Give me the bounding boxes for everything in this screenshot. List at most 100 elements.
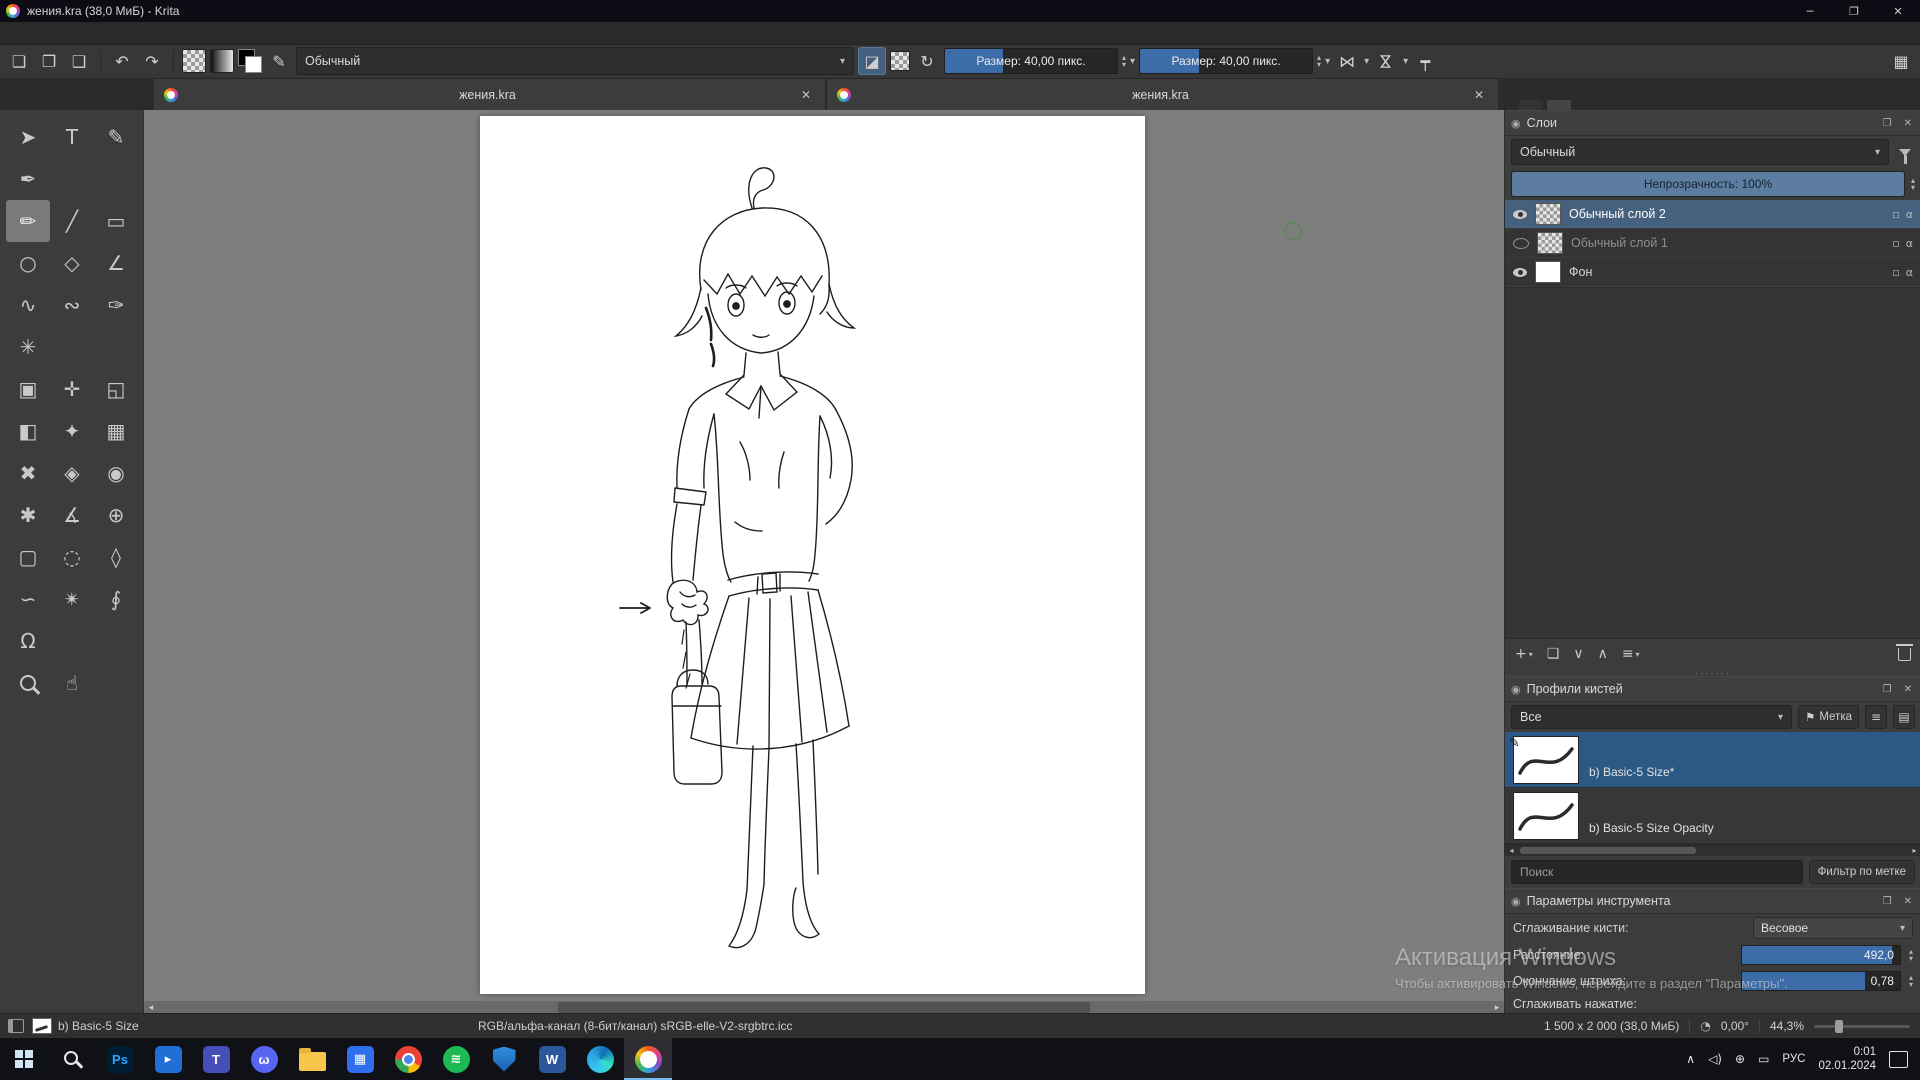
smoothing-dropdown[interactable]: Весовое ▾ <box>1753 917 1913 939</box>
foreground-background-colors[interactable] <box>238 49 262 73</box>
scrollbar-track[interactable] <box>1518 847 1908 854</box>
menu-item[interactable] <box>44 31 60 35</box>
scroll-left-arrow[interactable]: ◂ <box>1505 846 1518 855</box>
brush-preset-dropdown[interactable]: Обычный ▾ <box>296 47 854 75</box>
taskbar-movies-app[interactable]: ▸ <box>144 1038 192 1080</box>
network-icon[interactable]: ⊕ <box>1735 1052 1745 1066</box>
canvas[interactable] <box>480 116 1145 994</box>
eraser-mode-button[interactable]: ◪ <box>858 47 886 75</box>
zoom-slider-thumb[interactable] <box>1835 1020 1843 1033</box>
taskbar-security-app[interactable] <box>480 1038 528 1080</box>
preset-horizontal-scrollbar[interactable]: ◂ ▸ <box>1505 844 1920 856</box>
chevron-down-icon[interactable]: ▾ <box>1325 56 1330 67</box>
tool-rectangle[interactable]: ▭ <box>94 200 138 242</box>
tool-move[interactable]: ✛ <box>50 368 94 410</box>
chevron-down-icon[interactable]: ▾ <box>1130 56 1135 67</box>
distance-steppers[interactable]: ▴▾ <box>1909 948 1913 962</box>
blend-mode-dropdown[interactable]: Обычный ▾ <box>1511 139 1889 165</box>
tool-polyline[interactable]: ∠ <box>94 242 138 284</box>
alpha-icon[interactable]: α <box>1906 237 1913 250</box>
notification-center-icon[interactable] <box>1889 1051 1908 1068</box>
taskbar-discord[interactable]: ω <box>240 1038 288 1080</box>
tool-dynamic-brush[interactable]: ✑ <box>94 284 138 326</box>
taskbar-photoshop[interactable]: Ps <box>96 1038 144 1080</box>
tool-edit-shapes[interactable]: ✎ <box>94 116 138 158</box>
menu-item[interactable] <box>116 31 132 35</box>
layer-row[interactable]: Обычный слой 2 ▫ α <box>1505 200 1920 229</box>
layer-visibility-icon[interactable] <box>1513 238 1529 249</box>
delete-layer-button[interactable] <box>1898 648 1911 661</box>
docker-float-button[interactable]: ❐ <box>1880 684 1895 695</box>
taskbar-word[interactable]: W <box>528 1038 576 1080</box>
tool-fill[interactable]: ◈ <box>50 452 94 494</box>
taskbar-chrome[interactable] <box>384 1038 432 1080</box>
brush-preset-row[interactable]: ✎ b) Basic-5 Size* <box>1505 732 1920 788</box>
docker-close-button[interactable]: ✕ <box>1901 684 1915 695</box>
tool-crop[interactable]: ◱ <box>94 368 138 410</box>
save-document-button[interactable]: ❑ <box>66 48 92 74</box>
taskbar-teams[interactable]: T <box>192 1038 240 1080</box>
docker-float-button[interactable]: ❐ <box>1880 896 1895 907</box>
tool-ellipse-select[interactable]: ◌ <box>50 536 94 578</box>
brush-preset-row[interactable]: ✎ b) Basic-5 Size Opacity <box>1505 788 1920 844</box>
taskbar-krita[interactable] <box>624 1038 672 1080</box>
tool-pattern-edit[interactable]: ▦ <box>94 410 138 452</box>
menu-item[interactable] <box>152 31 168 35</box>
wrap-around-mode-button[interactable]: ┯ <box>1412 48 1438 74</box>
maximize-button[interactable]: ❐ <box>1832 0 1876 22</box>
scroll-right-arrow[interactable]: ▸ <box>1490 1003 1504 1013</box>
tab-close-button[interactable]: ✕ <box>797 88 815 102</box>
stroke-end-slider[interactable]: 0,78 <box>1741 971 1901 991</box>
duplicate-layer-button[interactable]: ❏ <box>1547 646 1560 662</box>
spinbox-steppers[interactable]: ▴▾ <box>1122 54 1126 68</box>
layer-row[interactable]: Обычный слой 1 ▫ α <box>1505 229 1920 258</box>
preserve-alpha-button[interactable] <box>890 51 910 71</box>
redo-button[interactable]: ↷ <box>139 48 165 74</box>
scroll-right-arrow[interactable]: ▸ <box>1908 846 1920 855</box>
panel-tab-advanced-color[interactable] <box>1518 99 1544 110</box>
alpha-icon[interactable]: α <box>1906 208 1913 221</box>
tool-gradient[interactable]: ◧ <box>6 410 50 452</box>
brush-size-spinbox-2[interactable]: Размер: 40,00 пикс. <box>1139 48 1313 74</box>
tool-ellipse[interactable]: ○ <box>6 242 50 284</box>
tool-text[interactable]: T <box>50 116 94 158</box>
tool-bezier-select[interactable]: ∮ <box>94 578 138 620</box>
tool-smart-patch[interactable]: ✖ <box>6 452 50 494</box>
stroke-end-steppers[interactable]: ▴▾ <box>1909 974 1913 988</box>
brush-editor-button[interactable]: ✎ <box>266 48 292 74</box>
taskbar-spotify[interactable]: ≋ <box>432 1038 480 1080</box>
layer-filter-funnel-icon[interactable] <box>1899 149 1911 156</box>
list-view-button[interactable]: ≡ <box>1865 705 1887 729</box>
tool-magnetic-select[interactable]: Ω <box>6 620 50 662</box>
clock[interactable]: 0:01 02.01.2024 <box>1818 1045 1876 1073</box>
menu-item[interactable] <box>170 31 186 35</box>
preset-search-input[interactable] <box>1511 860 1803 884</box>
tool-polygon[interactable]: ◇ <box>50 242 94 284</box>
document-tab[interactable]: жения.kra ✕ <box>826 78 1499 110</box>
tool-freehand-path[interactable]: ∾ <box>50 284 94 326</box>
alpha-icon[interactable]: α <box>1906 266 1913 279</box>
tool-reference-images[interactable]: ⊕ <box>94 494 138 536</box>
gradient-chooser[interactable] <box>210 49 234 73</box>
scrollbar-thumb[interactable] <box>558 1002 1091 1013</box>
add-layer-button[interactable]: +▾ <box>1515 646 1533 662</box>
tool-line[interactable]: ╱ <box>50 200 94 242</box>
rotation-icon[interactable]: ◔ <box>1700 1019 1710 1033</box>
tag-chip[interactable]: ⚑ Метка <box>1798 705 1859 729</box>
minimize-button[interactable]: ─ <box>1788 0 1832 22</box>
layer-visibility-icon[interactable] <box>1513 210 1527 219</box>
open-document-button[interactable]: ❐ <box>36 48 62 74</box>
tool-measure[interactable]: ∡ <box>50 494 94 536</box>
lock-icon[interactable]: ▫ <box>1892 266 1899 279</box>
reload-preset-button[interactable]: ↻ <box>914 48 940 74</box>
mirror-horizontal-button[interactable]: ⋈ <box>1334 48 1360 74</box>
tool-polygon-select[interactable]: ◊ <box>94 536 138 578</box>
tool-freehand-brush[interactable]: ✏ <box>6 200 50 242</box>
lock-icon[interactable]: ▫ <box>1892 208 1899 221</box>
docker-close-button[interactable]: ✕ <box>1901 118 1915 129</box>
menu-item[interactable] <box>62 31 78 35</box>
battery-icon[interactable]: ▭ <box>1758 1052 1769 1066</box>
tray-chevron-icon[interactable]: ∧ <box>1686 1052 1695 1066</box>
spinbox-steppers[interactable]: ▴▾ <box>1317 54 1321 68</box>
scroll-left-arrow[interactable]: ◂ <box>144 1003 158 1013</box>
